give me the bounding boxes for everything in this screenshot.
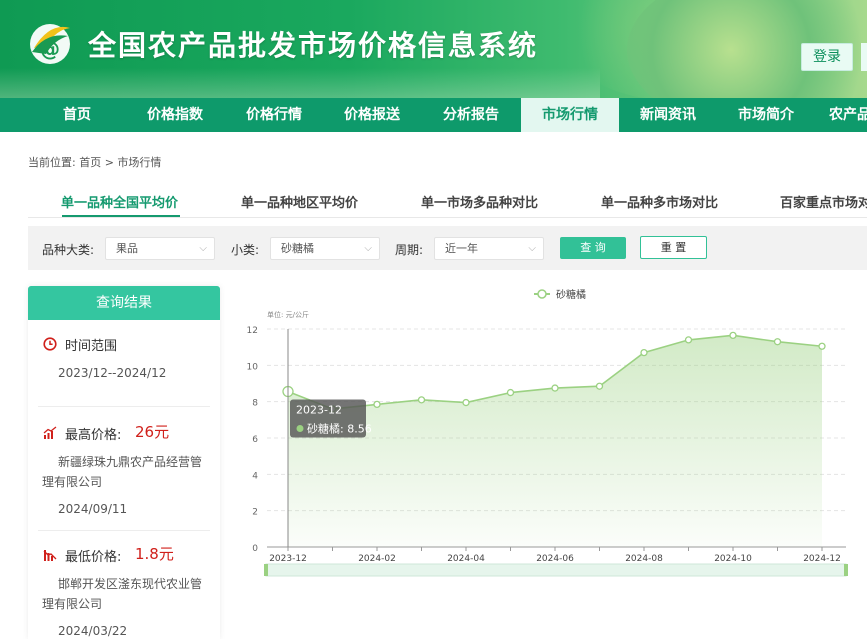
nav-item-news[interactable]: 新闻资讯 [620, 98, 716, 132]
min-price-company: 邯郸开发区滏东现代农业管理有限公司 [42, 577, 203, 611]
data-point[interactable] [595, 382, 604, 390]
tab-single-variety-regional-avg[interactable]: 单一品种地区平均价 [241, 192, 358, 211]
x-tick-label: 2023-12 [269, 554, 307, 564]
x-tick-label: 2024-02 [358, 554, 396, 564]
data-point[interactable] [818, 342, 826, 350]
legend-marker[interactable] [537, 289, 547, 299]
x-tick-label: 2024-08 [625, 554, 663, 564]
subcategory-label: 小类: [231, 243, 260, 257]
clock-icon [43, 337, 57, 351]
chevron-down-icon: ⌵ [364, 243, 372, 254]
x-tick-label: 2024-04 [447, 554, 485, 564]
query-tabs: 单一品种全国平均价 单一品种地区平均价 单一市场多品种对比 单一品种多市场对比 … [28, 184, 867, 218]
tooltip-date: 2023-12 [296, 403, 342, 416]
active-tab-indicator [62, 215, 180, 217]
login-button[interactable]: 登录 [801, 43, 853, 71]
data-point[interactable] [729, 331, 737, 340]
nav-item-price-report[interactable]: 价格报送 [324, 98, 420, 132]
max-price-label: 最高价格: [65, 428, 122, 443]
data-point[interactable] [462, 398, 470, 407]
tab-single-market-multi-variety[interactable]: 单一市场多品种对比 [421, 192, 538, 211]
y-tick-label: 0 [252, 544, 258, 554]
reset-button[interactable]: 重 置 [640, 236, 707, 259]
x-tick-label: 2024-12 [803, 554, 841, 564]
price-chart: 砂糖橘 单位: 元/公斤 0 2 4 6 8 10 12 2023-12 2024-02 202… [220, 280, 867, 590]
data-point[interactable] [773, 338, 782, 346]
legend-label[interactable]: 砂糖橘 [556, 288, 586, 301]
nav-item-price-quotes[interactable]: 价格行情 [226, 98, 322, 132]
site-logo-icon[interactable]: @ [26, 18, 74, 66]
query-result-panel: 查询结果 时间范围 2023/12--2024/12 最高价格: 26元 新疆绿… [28, 286, 220, 639]
price-chart-svg: 砂糖橘 单位: 元/公斤 0 2 4 6 8 10 12 2023-12 2024-02 202… [247, 288, 848, 577]
tab-top-hundred-markets[interactable]: 百家重点市场对 [780, 192, 867, 211]
nav-item-market-quotes[interactable]: 市场行情 [521, 98, 619, 132]
y-tick-label: 8 [252, 399, 258, 409]
filter-bar: 品种大类: 果品 ⌵ 小类: 砂糖橘 ⌵ 周期: 近一年 ⌵ 查 询 重 置 [28, 226, 867, 270]
zoom-handle-left[interactable] [264, 564, 268, 576]
register-button[interactable] [861, 43, 867, 71]
min-price-date: 2024/03/22 [58, 624, 128, 638]
category-select-value: 果品 [116, 242, 138, 255]
tab-single-variety-national-avg[interactable]: 单一品种全国平均价 [61, 192, 178, 211]
zoom-slider-track[interactable] [265, 563, 847, 577]
data-point[interactable] [640, 348, 648, 357]
tooltip-series-label: 砂糖橘: 8.56 [307, 421, 372, 435]
data-point[interactable] [417, 396, 426, 404]
nav-item-price-index[interactable]: 价格指数 [127, 98, 223, 132]
min-price-value: 1.8元 [135, 545, 174, 563]
nav-item-agri-products[interactable]: 农产品 [817, 98, 867, 132]
min-price-label: 最低价格: [65, 550, 122, 565]
period-select[interactable]: 近一年 ⌵ [434, 237, 544, 260]
time-range-value: 2023/12--2024/12 [58, 366, 167, 380]
subcategory-select-value: 砂糖橘 [281, 242, 314, 255]
breadcrumb: 当前位置: 首页 > 市场行情 [28, 156, 162, 169]
divider [38, 530, 210, 531]
trend-up-icon [43, 426, 57, 439]
chevron-down-icon: ⌵ [199, 243, 207, 254]
chevron-down-icon: ⌵ [528, 243, 536, 254]
category-label: 品种大类: [42, 243, 95, 257]
nav-item-home[interactable]: 首页 [30, 98, 124, 132]
max-price-date: 2024/09/11 [58, 502, 128, 516]
site-title: 全国农产品批发市场价格信息系统 [88, 29, 539, 62]
data-point[interactable] [506, 388, 515, 397]
data-point[interactable] [373, 400, 381, 409]
tooltip-series-marker [296, 424, 304, 432]
data-point[interactable] [551, 384, 559, 392]
y-tick-label: 12 [247, 326, 258, 336]
unit-label: 单位: 元/公斤 [267, 310, 309, 319]
nav-item-market-intro[interactable]: 市场简介 [718, 98, 814, 132]
time-range-label: 时间范围 [65, 339, 118, 354]
category-select[interactable]: 果品 ⌵ [105, 237, 215, 260]
site-header: @ 全国农产品批发市场价格信息系统 登录 [0, 0, 867, 98]
divider [38, 406, 210, 407]
data-point[interactable] [684, 336, 693, 344]
main-nav: 首页 价格指数 价格行情 价格报送 分析报告 市场行情 新闻资讯 市场简介 农产… [0, 98, 867, 132]
y-tick-label: 6 [252, 435, 258, 445]
y-tick-label: 10 [247, 362, 259, 372]
x-tick-label: 2024-10 [714, 554, 752, 564]
header-decoration [0, 68, 600, 98]
query-button[interactable]: 查 询 [560, 237, 626, 259]
trend-down-icon [43, 550, 57, 561]
zoom-handle-right[interactable] [844, 564, 848, 576]
svg-text:@: @ [40, 37, 60, 61]
max-price-company: 新疆绿珠九鼎农产品经营管理有限公司 [42, 455, 203, 489]
tab-single-variety-multi-market[interactable]: 单一品种多市场对比 [601, 192, 718, 211]
y-tick-label: 4 [252, 471, 258, 481]
period-select-value: 近一年 [445, 242, 478, 255]
x-tick-label: 2024-06 [536, 554, 574, 564]
max-price-value: 26元 [135, 423, 170, 441]
period-label: 周期: [395, 243, 424, 257]
subcategory-select[interactable]: 砂糖橘 ⌵ [270, 237, 380, 260]
y-tick-label: 2 [252, 508, 258, 518]
series-area [288, 335, 822, 547]
nav-item-analysis-report[interactable]: 分析报告 [423, 98, 519, 132]
panel-title: 查询结果 [28, 286, 220, 320]
